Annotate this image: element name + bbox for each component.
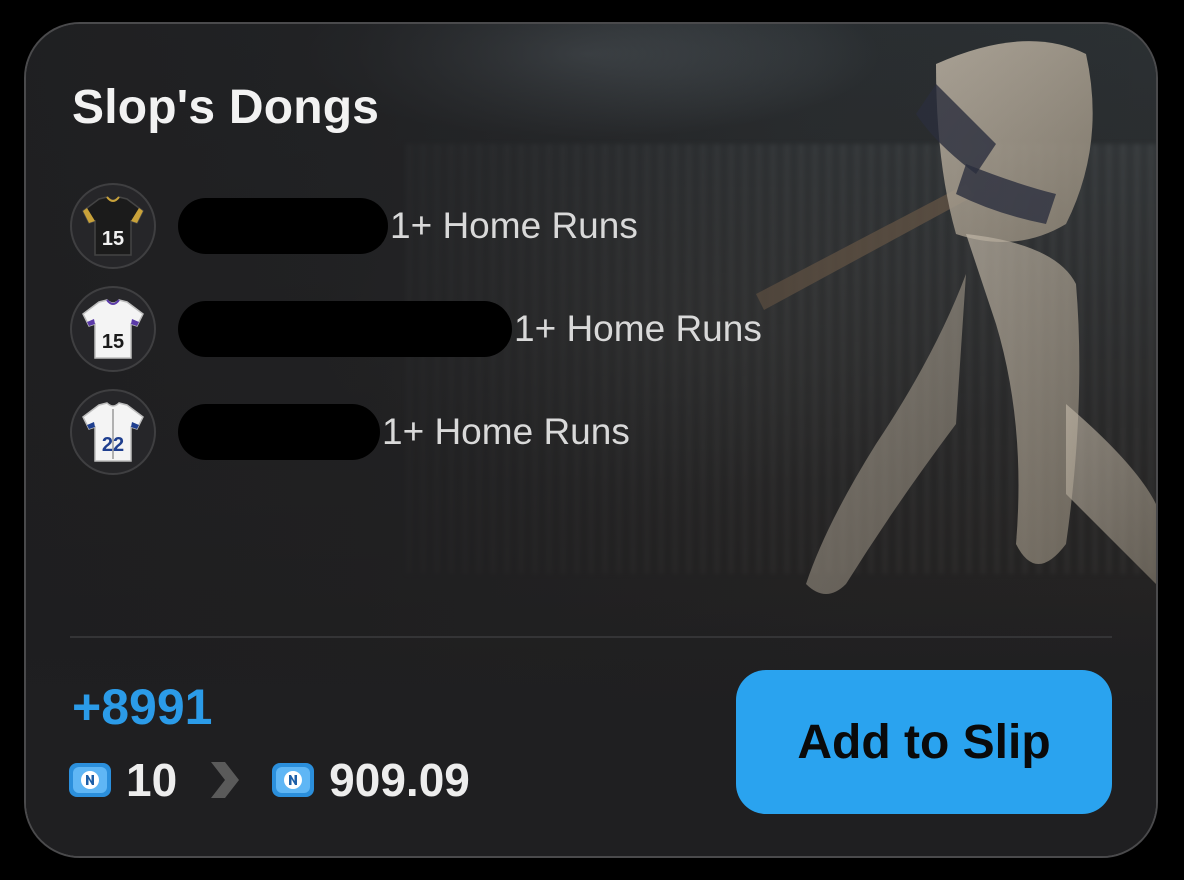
jersey-number: 15 bbox=[102, 331, 124, 353]
redacted-player-name bbox=[178, 300, 512, 357]
jersey-icon: 15 bbox=[82, 195, 144, 256]
jersey-avatar: 15 bbox=[70, 285, 156, 372]
coin-icon bbox=[272, 763, 315, 797]
add-to-slip-button[interactable]: Add to Slip bbox=[736, 670, 1112, 814]
coin-icon bbox=[69, 763, 111, 797]
jersey-icon: 22 bbox=[82, 401, 144, 462]
leg-market: 1+ Home Runs bbox=[382, 410, 630, 452]
jersey-avatar: 22 bbox=[70, 388, 156, 475]
parlay-odds: +8991 bbox=[72, 679, 213, 735]
jersey-icon: 15 bbox=[82, 298, 144, 359]
redacted-player-name bbox=[178, 197, 388, 254]
jersey-number: 22 bbox=[102, 434, 124, 456]
stake-payout-row: 10 909.09 bbox=[68, 752, 470, 808]
leg-market: 1+ Home Runs bbox=[514, 307, 762, 349]
stake-amount: 10 bbox=[126, 754, 178, 806]
jersey-avatar: 15 bbox=[70, 182, 156, 269]
leg-list: 15 1+ Home Runs 15 1+ Home Runs 22 1+ Ho… bbox=[70, 174, 762, 483]
leg-item[interactable]: 15 1+ Home Runs bbox=[70, 174, 762, 277]
leg-item[interactable]: 15 1+ Home Runs bbox=[70, 277, 762, 380]
redacted-player-name bbox=[178, 403, 380, 460]
jersey-number: 15 bbox=[102, 228, 124, 250]
parlay-card: Slop's Dongs 15 1+ Home Runs 15 1+ Home … bbox=[24, 22, 1158, 858]
payout-amount: 909.09 bbox=[329, 754, 470, 806]
leg-market: 1+ Home Runs bbox=[390, 204, 638, 246]
divider bbox=[70, 636, 1112, 638]
leg-item[interactable]: 22 1+ Home Runs bbox=[70, 380, 762, 483]
chevron-right-icon bbox=[211, 762, 240, 798]
parlay-title: Slop's Dongs bbox=[72, 81, 380, 134]
